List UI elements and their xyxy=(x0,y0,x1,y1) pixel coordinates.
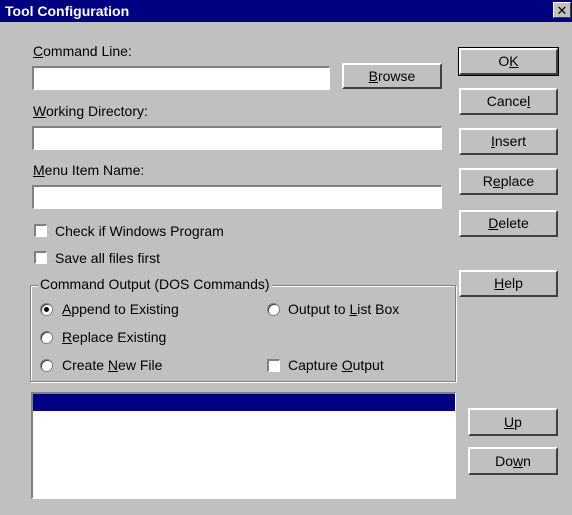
menu-item-name-label: Menu Item Name: xyxy=(33,162,145,178)
save-all-files-checkbox[interactable] xyxy=(34,251,47,264)
append-to-existing-radio[interactable] xyxy=(40,303,53,316)
move-down-button[interactable]: Down xyxy=(468,447,558,475)
menu-item-name-input[interactable] xyxy=(32,185,442,209)
check-windows-program-checkbox[interactable] xyxy=(34,224,47,237)
ok-button[interactable]: OK xyxy=(458,47,559,76)
browse-button[interactable]: Browse xyxy=(342,63,442,89)
append-to-existing-label: Append to Existing xyxy=(62,301,179,317)
command-line-label: Command Line: xyxy=(33,43,132,59)
capture-output-checkbox[interactable] xyxy=(267,359,280,372)
capture-output-label: Capture Output xyxy=(288,357,384,373)
cancel-button[interactable]: Cancel xyxy=(459,88,558,115)
command-line-input[interactable] xyxy=(32,66,330,90)
command-output-group-title: Command Output (DOS Commands) xyxy=(38,276,272,292)
insert-button[interactable]: Insert xyxy=(459,128,558,155)
move-up-button[interactable]: Up xyxy=(468,408,558,436)
working-directory-label: Working Directory: xyxy=(33,103,148,119)
close-icon: ✕ xyxy=(556,3,568,18)
output-to-list-box-radio[interactable] xyxy=(267,303,280,316)
list-item-selected[interactable] xyxy=(33,394,455,411)
tools-list-box[interactable] xyxy=(31,392,456,499)
replace-existing-label: Replace Existing xyxy=(62,329,167,345)
help-button[interactable]: Help xyxy=(459,270,558,297)
check-windows-program-label: Check if Windows Program xyxy=(55,223,224,239)
replace-existing-radio[interactable] xyxy=(40,331,53,344)
replace-button[interactable]: Replace xyxy=(459,168,558,195)
tool-configuration-dialog: Tool Configuration ✕ Command Line: Brows… xyxy=(0,0,572,515)
title-bar[interactable]: Tool Configuration ✕ xyxy=(0,0,572,22)
save-all-files-label: Save all files first xyxy=(55,250,161,266)
close-button[interactable]: ✕ xyxy=(553,2,571,18)
output-to-list-box-label: Output to List Box xyxy=(288,301,400,317)
window-title: Tool Configuration xyxy=(5,3,130,19)
delete-button[interactable]: Delete xyxy=(459,210,558,237)
working-directory-input[interactable] xyxy=(32,126,442,150)
create-new-file-radio[interactable] xyxy=(40,359,53,372)
create-new-file-label: Create New File xyxy=(62,357,163,373)
